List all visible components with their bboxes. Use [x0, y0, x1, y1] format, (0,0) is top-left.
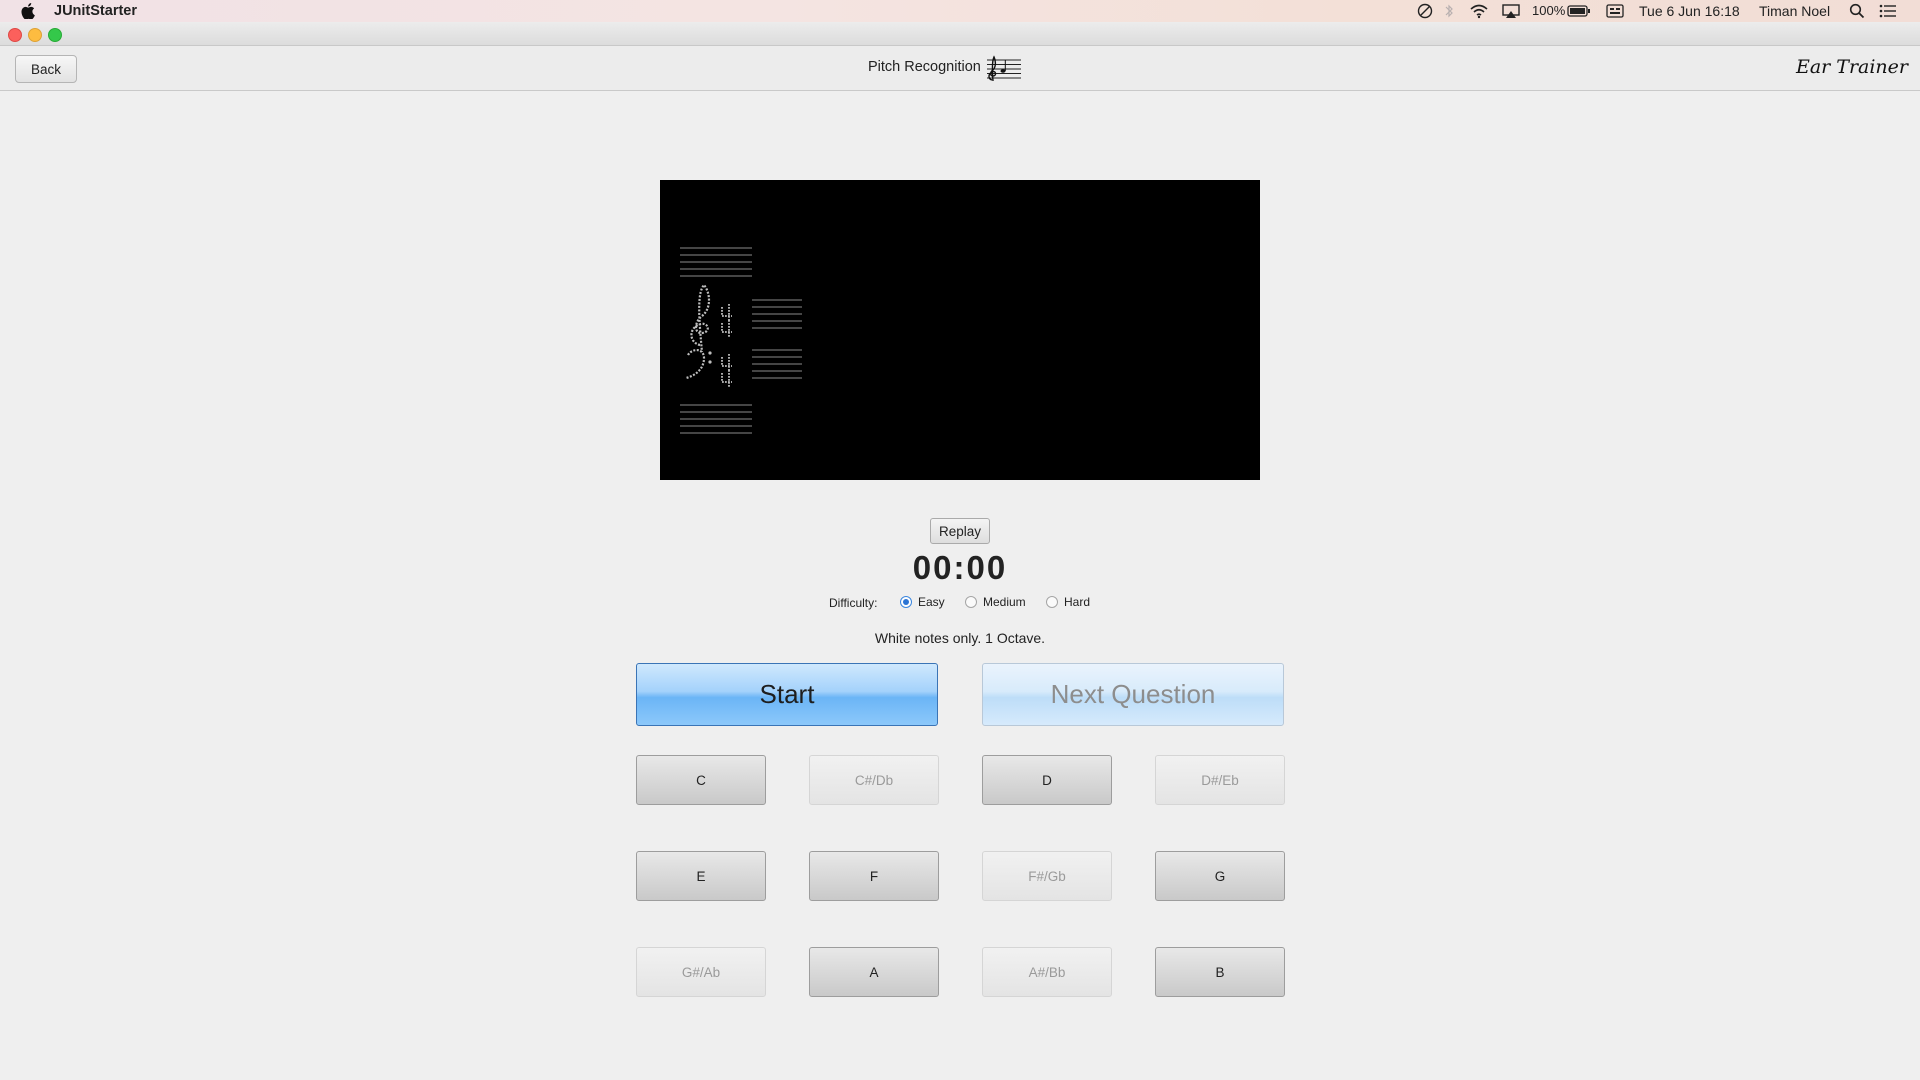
- clock[interactable]: Tue 6 Jun 16:18: [1639, 3, 1740, 19]
- note-button-d-sharp[interactable]: D#/Eb: [1155, 755, 1285, 805]
- battery-percent: 100%: [1532, 3, 1566, 18]
- difficulty-easy-radio[interactable]: Easy: [900, 595, 945, 609]
- window-close-button[interactable]: [8, 28, 22, 42]
- bluetooth-icon[interactable]: [1444, 3, 1454, 19]
- staff-display: [660, 180, 1260, 480]
- app-menu-name[interactable]: JUnitStarter: [54, 3, 137, 19]
- window-maximize-button[interactable]: [48, 28, 62, 42]
- wifi-icon[interactable]: [1469, 3, 1489, 19]
- note-button-e[interactable]: E: [636, 851, 766, 901]
- note-button-a-sharp[interactable]: A#/Bb: [982, 947, 1112, 997]
- notification-center-icon[interactable]: [1879, 3, 1897, 19]
- next-question-button[interactable]: Next Question: [982, 663, 1284, 726]
- menu-bar:  JUnitStarter 100% Tue 6 Jun 16:18 Tima…: [0, 0, 1920, 22]
- difficulty-option-label: Medium: [983, 595, 1026, 609]
- difficulty-label: Difficulty:: [829, 596, 878, 610]
- start-button[interactable]: Start: [636, 663, 938, 726]
- note-button-c-sharp[interactable]: C#/Db: [809, 755, 939, 805]
- timer-display: 00:00: [912, 549, 1008, 586]
- difficulty-hard-radio[interactable]: Hard: [1046, 595, 1090, 609]
- back-button[interactable]: Back: [15, 55, 77, 83]
- note-button-f-sharp[interactable]: F#/Gb: [982, 851, 1112, 901]
- note-button-d[interactable]: D: [982, 755, 1112, 805]
- airplay-icon[interactable]: [1501, 3, 1521, 19]
- difficulty-description: White notes only. 1 Octave.: [874, 630, 1046, 646]
- window-titlebar[interactable]: [0, 22, 1920, 46]
- note-button-c[interactable]: C: [636, 755, 766, 805]
- note-button-g-sharp[interactable]: G#/Ab: [636, 947, 766, 997]
- spotlight-search-icon[interactable]: [1849, 3, 1865, 19]
- do-not-disturb-icon[interactable]: [1417, 3, 1433, 19]
- replay-button[interactable]: Replay: [930, 518, 990, 544]
- note-button-g[interactable]: G: [1155, 851, 1285, 901]
- note-button-f[interactable]: F: [809, 851, 939, 901]
- radio-button-selected[interactable]: [900, 596, 912, 608]
- radio-button[interactable]: [1046, 596, 1058, 608]
- user-name[interactable]: Timan Noel: [1759, 3, 1830, 19]
- apple-logo-icon[interactable]: [21, 3, 35, 19]
- app-brand-logo: Ear Trainer: [1795, 56, 1908, 78]
- radio-button[interactable]: [965, 596, 977, 608]
- grand-staff-graphic: [680, 247, 802, 434]
- music-staff-icon: [987, 55, 1021, 81]
- treble-clef-icon: [690, 283, 711, 353]
- input-source-icon[interactable]: [1606, 4, 1624, 18]
- difficulty-medium-radio[interactable]: Medium: [965, 595, 1026, 609]
- note-button-b[interactable]: B: [1155, 947, 1285, 997]
- window-minimize-button[interactable]: [28, 28, 42, 42]
- page-title: Pitch Recognition: [868, 59, 981, 75]
- note-button-a[interactable]: A: [809, 947, 939, 997]
- app-header: Back Pitch Recognition Ear Trainer: [0, 46, 1920, 91]
- difficulty-option-label: Easy: [918, 595, 945, 609]
- bass-clef-icon: [685, 349, 706, 380]
- difficulty-option-label: Hard: [1064, 595, 1091, 609]
- battery-icon[interactable]: [1567, 4, 1591, 18]
